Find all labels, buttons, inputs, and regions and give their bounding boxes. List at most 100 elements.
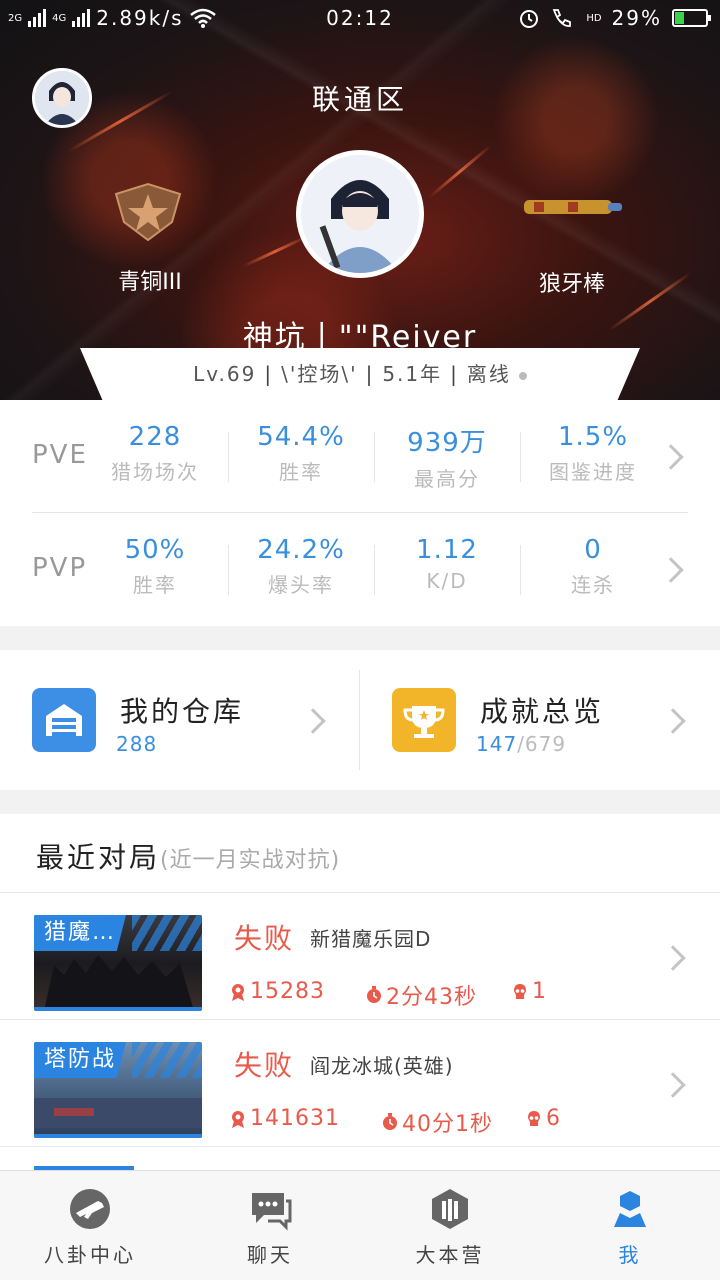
medal-icon (232, 983, 244, 1001)
tab-label: 聊天 (247, 1243, 293, 1267)
player-avatar[interactable] (296, 150, 424, 278)
match-duration: 2分43秒 (366, 979, 477, 1011)
pve-stat: 228 猎场场次 (82, 422, 228, 485)
rank-label: 青铜III (118, 270, 182, 295)
chat-icon (252, 1193, 292, 1231)
base-icon (432, 1189, 468, 1229)
match-row[interactable]: 塔防战 失败 阎龙冰城(英雄) 141631 40分1秒 6 (0, 1020, 720, 1147)
achievements-total: /679 (517, 732, 567, 756)
skull-icon (528, 1110, 540, 1126)
warehouse-icon (32, 688, 96, 752)
chevron-right-icon (300, 708, 326, 734)
stat-label: 胜率 (133, 573, 177, 597)
battery-fill (675, 12, 684, 24)
stat-label: 图鉴进度 (549, 460, 637, 484)
chevron-right-icon (660, 945, 686, 971)
map-name: 阎龙冰城(英雄) (310, 1054, 454, 1078)
recent-subtitle: (近一月实战对抗) (160, 848, 341, 873)
pvp-stat: 1.12 K/D (374, 535, 520, 593)
warehouse-link[interactable]: 我的仓库 288 (0, 650, 359, 790)
mode-tag: 猎魔… (34, 915, 127, 951)
stat-label: 最高分 (414, 467, 480, 491)
tag-stripe (132, 1042, 202, 1078)
avatar-image (301, 155, 419, 273)
pve-stat: 54.4% 胜率 (228, 422, 374, 485)
kills-value: 1 (532, 979, 547, 1004)
trophy-icon (392, 688, 456, 752)
stat-value: 54.4% (257, 422, 345, 452)
tab-label: 我 (618, 1243, 642, 1267)
chevron-right-icon (660, 1072, 686, 1098)
tab-base[interactable]: 大本营 (360, 1171, 540, 1280)
match-score: 141631 (230, 1106, 340, 1131)
pve-stat: 939万最高分 (374, 422, 520, 492)
duration-value: 40分1秒 (402, 1112, 493, 1137)
stat-value: 228 (128, 422, 182, 452)
score-value: 141631 (250, 1106, 340, 1131)
stat-label: 胜率 (279, 460, 323, 484)
pve-stats-row[interactable]: PVE 228 猎场场次 54.4% 胜率 939万最高分 1.5% 图鉴进度 (32, 400, 688, 513)
match-duration: 40分1秒 (382, 1106, 493, 1138)
tab-chat[interactable]: 聊天 (180, 1171, 360, 1280)
kills-value: 6 (546, 1106, 561, 1131)
warehouse-title: 我的仓库 (120, 695, 245, 728)
match-thumbnail: 猎魔… (34, 915, 202, 1011)
pvp-stat: 50% 胜率 (82, 535, 228, 598)
stats-card: PVE 228 猎场场次 54.4% 胜率 939万最高分 1.5% 图鉴进度 PVP… (0, 400, 720, 626)
battery-icon (672, 9, 711, 27)
player-years: 5.1年 (382, 362, 443, 386)
tag-stripe (132, 915, 202, 951)
warehouse-count: 288 (116, 732, 158, 756)
match-result: 失败 (234, 922, 295, 955)
achievements-title: 成就总览 (480, 695, 605, 728)
stat-value: 24.2% (257, 535, 345, 565)
tab-gossip-center[interactable]: 八卦中心 (0, 1171, 180, 1280)
pvp-stats-row[interactable]: PVP 50% 胜率 24.2% 爆头率 1.12 K/D 0 连杀 (32, 513, 688, 626)
timer-icon (367, 986, 381, 1003)
gun-icon (70, 1189, 110, 1229)
match-score: 15283 (230, 979, 325, 1004)
stat-label: K/D (426, 569, 468, 593)
quick-links: 我的仓库 288 成就总览 147/679 (0, 650, 720, 790)
alarm-icon (520, 10, 539, 28)
server-name: 联通区 (311, 83, 408, 116)
recent-title: 最近对局(近一月实战对抗) (36, 836, 340, 876)
match-result: 失败 (234, 1049, 295, 1082)
stat-value: 1.12 (416, 535, 478, 565)
player-level: Lv.69 (193, 362, 257, 386)
online-status: 离线 (466, 362, 511, 386)
stat-label: 爆头率 (268, 573, 334, 597)
pvp-mode-label: PVP (32, 553, 88, 583)
stat-label: 连杀 (571, 573, 615, 597)
stat-value: 0 (584, 535, 602, 565)
hd-label: HD (586, 12, 602, 24)
stat-value: 939万 (407, 428, 487, 458)
match-row[interactable]: 猎魔… 失败 新猎魔乐园D 15283 2分43秒 1 (0, 893, 720, 1020)
tab-me[interactable]: 我 (540, 1171, 720, 1280)
player-clan: \'控场\' (281, 362, 358, 386)
match-thumbnail: 塔防战 (34, 1042, 202, 1138)
player-info: Lv.69 | \'控场\' | 5.1年 | 离线 (80, 358, 640, 387)
chevron-right-icon (660, 708, 686, 734)
medal-icon (232, 1110, 244, 1128)
pvp-stat: 0 连杀 (520, 535, 666, 598)
stat-value: 1.5% (557, 422, 629, 452)
weapon-icon (524, 200, 622, 214)
weapon-label: 狼牙棒 (538, 272, 605, 297)
battery-percent: 29% (611, 6, 662, 30)
mode-tag: 塔防战 (34, 1042, 127, 1078)
bottom-tab-bar: 八卦中心 聊天 大本营 我 (0, 1170, 720, 1280)
map-name: 新猎魔乐园D (310, 927, 432, 951)
recent-matches: 最近对局(近一月实战对抗) 猎魔… 失败 新猎魔乐园D 15283 2分43秒 … (0, 814, 720, 1170)
tab-label: 八卦中心 (44, 1243, 136, 1267)
stat-label: 猎场场次 (111, 460, 199, 484)
score-value: 15283 (250, 979, 325, 1004)
decor-streak (428, 144, 492, 199)
decor-streak (242, 235, 308, 268)
achievements-done: 147 (476, 732, 518, 756)
achievements-link[interactable]: 成就总览 147/679 (360, 650, 720, 790)
profile-icon (614, 1191, 646, 1227)
pve-mode-label: PVE (32, 440, 88, 470)
hd-call-icon (553, 9, 572, 27)
stat-value: 50% (124, 535, 186, 565)
